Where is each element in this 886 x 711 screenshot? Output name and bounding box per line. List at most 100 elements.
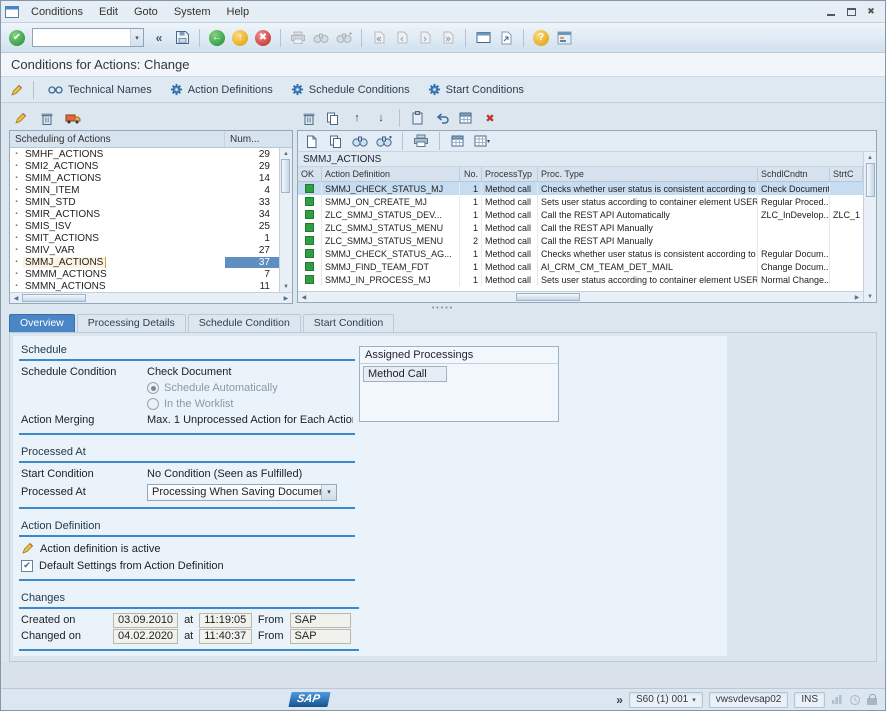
insert-mode-field[interactable]: INS <box>794 692 825 708</box>
schdlcndtn-cell[interactable]: Regular Proced... <box>758 195 830 208</box>
no-cell[interactable]: 1 <box>460 221 482 234</box>
scroll-up-icon[interactable]: ▲ <box>280 148 292 159</box>
ok-status-cell[interactable] <box>298 182 322 195</box>
delete-all-button[interactable]: ✖ <box>480 108 500 128</box>
table-row[interactable]: ZLC_SMMJ_STATUS_MENU 2 Method call Call … <box>298 234 863 247</box>
grid-horizontal-scrollbar[interactable]: ◀ ▶ <box>298 291 863 302</box>
tree-hscroll-thumb[interactable] <box>22 294 86 302</box>
changed-date-field[interactable]: 04.02.2020 <box>113 629 178 644</box>
print-button[interactable] <box>288 28 308 48</box>
strtcndtn-cell[interactable] <box>830 260 863 273</box>
schdlcndtn-cell[interactable]: ZLC_InDevelop... <box>758 208 830 221</box>
default-settings-checkbox[interactable]: ✔ <box>21 560 33 572</box>
customize-layout-button[interactable] <box>554 28 574 48</box>
schdlcndtn-cell[interactable]: Regular Docum... <box>758 247 830 260</box>
collapse-toolbar-button[interactable]: « <box>149 28 169 48</box>
grid-vertical-scrollbar[interactable]: ▲ ▼ <box>863 152 876 302</box>
ok-status-cell[interactable] <box>298 208 322 221</box>
paste-line-button[interactable] <box>408 108 428 128</box>
tab-item[interactable]: Overview <box>9 314 75 332</box>
transport-button[interactable] <box>63 108 83 128</box>
no-cell[interactable]: 1 <box>460 247 482 260</box>
save-button[interactable] <box>172 28 192 48</box>
changed-user-field[interactable]: SAP <box>290 629 351 644</box>
column-header-processtyp[interactable]: ProcessTyp <box>482 167 538 181</box>
layout-menu-button[interactable]: ▾ <box>472 131 492 151</box>
processtyp-cell[interactable]: Method call <box>482 221 538 234</box>
copy-line-button[interactable] <box>323 108 343 128</box>
proc-type-cell[interactable]: Checks whether user status is consistent… <box>538 182 758 195</box>
ok-status-cell[interactable] <box>298 247 322 260</box>
schedule-automatically-radio[interactable] <box>147 382 159 394</box>
grid-print-button[interactable] <box>411 131 431 151</box>
tree-display-change-button[interactable] <box>11 108 31 128</box>
table-row[interactable]: SMMJ_CHECK_STATUS_AG... 1 Method call Ch… <box>298 247 863 260</box>
tree-vertical-scrollbar[interactable]: ▲ ▼ <box>279 148 292 292</box>
tree-item[interactable]: ▪ SMIT_ACTIONS 1 <box>10 232 279 244</box>
first-page-button[interactable] <box>369 28 389 48</box>
proc-type-cell[interactable]: Sets user status according to container … <box>538 273 758 286</box>
strtcndtn-cell[interactable] <box>830 273 863 286</box>
tab-item[interactable]: Schedule Condition <box>188 314 301 332</box>
command-input[interactable] <box>33 32 130 44</box>
tree-item[interactable]: ▪ SMIN_STD 33 <box>10 196 279 208</box>
processed-at-dropdown[interactable]: Processing When Saving Document ▾ <box>147 484 337 501</box>
schedule-conditions-button[interactable]: Schedule Conditions <box>283 80 418 99</box>
column-header-proc-type[interactable]: Proc. Type <box>538 167 758 181</box>
chevron-down-icon[interactable]: ▾ <box>321 485 336 500</box>
assigned-processing-item[interactable]: Method Call <box>363 366 447 382</box>
back-button[interactable]: ← <box>207 28 227 48</box>
grid-scroll-thumb[interactable] <box>866 163 875 197</box>
no-cell[interactable]: 1 <box>460 182 482 195</box>
strtcndtn-cell[interactable] <box>830 195 863 208</box>
delete-line-button[interactable] <box>299 108 319 128</box>
tree-item[interactable]: ▪ SMIM_ACTIONS 14 <box>10 172 279 184</box>
no-cell[interactable]: 1 <box>460 273 482 286</box>
processtyp-cell[interactable]: Method call <box>482 247 538 260</box>
no-cell[interactable]: 1 <box>460 208 482 221</box>
ok-status-cell[interactable] <box>298 195 322 208</box>
status-expand-icon[interactable]: » <box>616 693 623 707</box>
move-down-button[interactable]: ↓ <box>371 108 391 128</box>
processtyp-cell[interactable]: Method call <box>482 234 538 247</box>
processtyp-cell[interactable]: Method call <box>482 273 538 286</box>
schdlcndtn-cell[interactable]: Change Docum... <box>758 260 830 273</box>
delete-profile-button[interactable] <box>37 108 57 128</box>
proc-type-cell[interactable]: Call the REST API Automatically <box>538 208 758 221</box>
action-definition-cell[interactable]: ZLC_SMMJ_STATUS_DEV... <box>322 208 460 221</box>
new-session-button[interactable] <box>473 28 493 48</box>
exit-button[interactable]: ↑ <box>230 28 250 48</box>
tab-item[interactable]: Start Condition <box>303 314 394 332</box>
table-row[interactable]: ZLC_SMMJ_STATUS_MENU 1 Method call Call … <box>298 221 863 234</box>
tree-scroll-thumb[interactable] <box>281 159 290 193</box>
host-status-field[interactable]: vwsvdevsap02 <box>709 692 789 708</box>
proc-type-cell[interactable]: AI_CRM_CM_TEAM_DET_MAIL <box>538 260 758 273</box>
ok-status-cell[interactable] <box>298 221 322 234</box>
table-row[interactable]: SMMJ_FIND_TEAM_FDT 1 Method call AI_CRM_… <box>298 260 863 273</box>
action-definitions-button[interactable]: Action Definitions <box>162 80 281 99</box>
strtcndtn-cell[interactable] <box>830 247 863 260</box>
no-cell[interactable]: 1 <box>460 195 482 208</box>
table-settings-button[interactable] <box>456 108 476 128</box>
tree-item[interactable]: ▪ SMI2_ACTIONS 29 <box>10 160 279 172</box>
system-status-field[interactable]: S60 (1) 001 ▾ <box>629 692 703 708</box>
last-page-button[interactable] <box>438 28 458 48</box>
display-change-button[interactable] <box>7 80 27 100</box>
in-worklist-radio[interactable] <box>147 398 159 410</box>
maximize-button[interactable] <box>841 4 861 20</box>
help-button[interactable]: ? <box>531 28 551 48</box>
menu-item[interactable]: Conditions <box>23 3 91 21</box>
column-header-action-definition[interactable]: Action Definition <box>322 167 460 181</box>
menu-item[interactable]: Help <box>219 3 258 21</box>
schdlcndtn-cell[interactable] <box>758 234 830 247</box>
tree-item[interactable]: ▪ SMIR_ACTIONS 34 <box>10 208 279 220</box>
column-header-strtcndtn[interactable]: StrtC <box>830 167 863 181</box>
grid-find-button[interactable] <box>350 131 370 151</box>
choose-layout-button[interactable] <box>448 131 468 151</box>
scroll-left-icon[interactable]: ◀ <box>10 293 22 304</box>
create-entry-button[interactable] <box>302 131 322 151</box>
minimize-button[interactable] <box>821 4 841 20</box>
tree-horizontal-scrollbar[interactable]: ◀ ▶ <box>10 292 292 303</box>
menu-item[interactable]: Edit <box>91 3 126 21</box>
created-time-field[interactable]: 11:19:05 <box>199 613 252 628</box>
